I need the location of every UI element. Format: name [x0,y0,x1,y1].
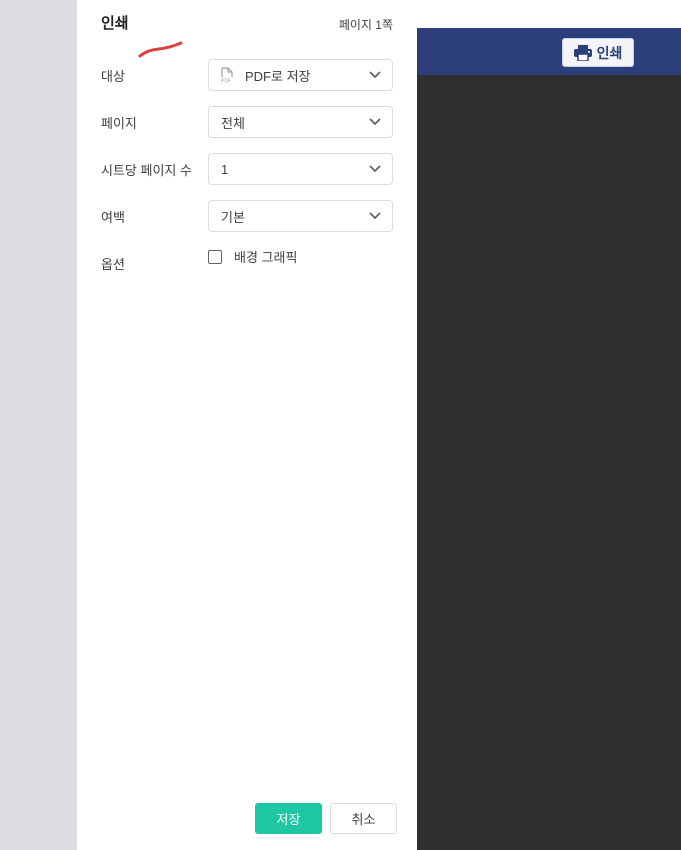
pdf-file-icon: PDF [221,67,233,83]
pages-per-sheet-select[interactable]: 1 [208,153,393,185]
chevron-down-icon [369,165,381,173]
pages-per-sheet-value: 1 [221,161,229,177]
background-print-button[interactable]: 인쇄 [562,38,634,67]
pages-label: 페이지 [101,116,137,131]
chevron-down-icon [369,212,381,220]
margins-label: 여백 [101,210,125,225]
cancel-button[interactable]: 취소 [330,803,397,834]
svg-text:PDF: PDF [221,79,231,84]
background-left-margin [0,0,77,850]
background-graphics-option[interactable]: 배경 그래픽 [208,247,297,266]
pages-select[interactable]: 전체 [208,106,393,138]
red-annotation-mark [138,41,183,58]
print-dialog-panel: 인쇄 페이지 1쪽 대상 PDF PDF로 저장 페이지 전체 시트당 페이지 … [77,0,417,850]
page-count: 페이지 1쪽 [338,18,393,32]
destination-label: 대상 [101,69,125,84]
background-print-button-label: 인쇄 [596,44,623,61]
background-header [417,28,681,75]
pages-per-sheet-label: 시트당 페이지 수 [101,163,192,178]
document-preview-area [417,75,681,850]
background-graphics-label: 배경 그래픽 [234,250,298,265]
save-button[interactable]: 저장 [255,803,322,834]
chevron-down-icon [369,118,381,126]
printer-icon [573,44,592,61]
pages-value: 전체 [221,115,245,131]
background-top-bar [417,0,681,28]
background-graphics-checkbox[interactable] [208,249,222,264]
destination-value: PDF로 저장 [245,68,311,84]
chevron-down-icon [369,71,381,79]
margins-select[interactable]: 기본 [208,200,393,232]
destination-select[interactable]: PDF PDF로 저장 [208,59,393,91]
margins-value: 기본 [221,209,245,225]
dialog-title: 인쇄 [101,15,129,32]
options-label: 옵션 [101,257,125,272]
